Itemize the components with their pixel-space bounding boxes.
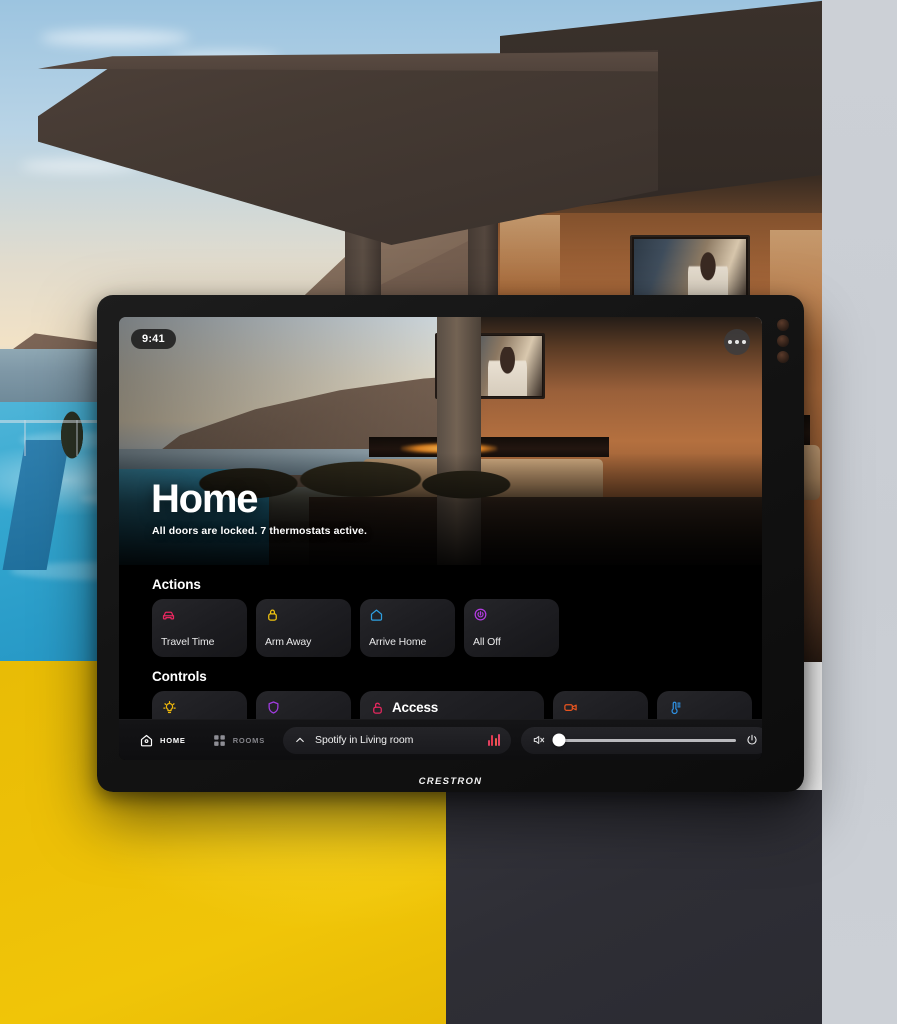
- lightbulb-icon: [163, 700, 176, 714]
- equalizer-icon: [487, 734, 501, 746]
- action-card-arm-away[interactable]: Arm Away: [256, 599, 351, 657]
- sensor-dot: [777, 351, 789, 363]
- access-header: Access: [370, 700, 534, 715]
- volume-control-pill[interactable]: [521, 726, 762, 754]
- volume-slider-handle[interactable]: [552, 733, 566, 747]
- lock-icon: [268, 609, 277, 621]
- tv-screen: [634, 239, 746, 303]
- background-panel-right: [822, 0, 897, 1024]
- eq-bar: [487, 740, 490, 746]
- volume-slider[interactable]: [552, 733, 737, 747]
- action-label: Travel Time: [161, 636, 215, 648]
- shield-icon: [268, 701, 279, 714]
- home-outline-icon: [140, 734, 153, 746]
- screenshot-stage: 9:41 Home All doors are locked. 7 thermo…: [0, 0, 897, 1024]
- panel-screen: 9:41 Home All doors are locked. 7 thermo…: [119, 317, 762, 760]
- chevron-up-icon[interactable]: [294, 734, 306, 746]
- action-card-arrive-home[interactable]: Arrive Home: [360, 599, 455, 657]
- nav-label-home: HOME: [160, 735, 186, 745]
- actions-row: Travel Time Arm Away Arrive Home All Off: [152, 599, 762, 657]
- eq-bar: [494, 738, 497, 746]
- power-circle-icon: [474, 608, 487, 621]
- page-title: Home: [151, 477, 259, 521]
- action-label: All Off: [473, 636, 501, 648]
- sensor-dot: [777, 319, 789, 331]
- thermostat-icon: [671, 701, 681, 715]
- more-options-button[interactable]: [724, 329, 750, 355]
- page-subtitle: All doors are locked. 7 thermostats acti…: [152, 525, 367, 537]
- tree: [54, 400, 90, 470]
- window-strip: [500, 215, 560, 295]
- hero-image: 9:41 Home All doors are locked. 7 thermo…: [119, 317, 762, 565]
- power-icon[interactable]: [745, 733, 759, 747]
- railing-post: [76, 420, 78, 456]
- action-label: Arm Away: [265, 636, 312, 648]
- access-title: Access: [392, 700, 439, 715]
- dot: [742, 340, 746, 344]
- media-now-playing-pill[interactable]: Spotify in Living room: [283, 726, 512, 754]
- section-title-controls: Controls: [152, 669, 207, 684]
- cloud: [40, 30, 190, 46]
- lock-open-icon: [373, 702, 382, 714]
- nav-item-home[interactable]: HOME: [131, 733, 194, 748]
- dot: [728, 340, 732, 344]
- sensor-dot: [777, 335, 789, 347]
- brand-logo: CRESTRON: [418, 776, 483, 786]
- grid-icon: [213, 734, 225, 746]
- status-time: 9:41: [131, 329, 176, 349]
- nav-item-rooms[interactable]: ROOMS: [204, 733, 273, 748]
- eq-bar: [491, 735, 494, 746]
- hero-tv-person: [487, 346, 528, 396]
- action-card-travel-time[interactable]: Travel Time: [152, 599, 247, 657]
- dot: [735, 340, 739, 344]
- media-title: Spotify in Living room: [315, 734, 414, 746]
- home-icon: [370, 609, 383, 621]
- eq-bar: [498, 734, 501, 746]
- railing-post: [24, 420, 26, 456]
- action-label: Arrive Home: [369, 636, 427, 648]
- bezel-sensor-cluster: [776, 319, 790, 363]
- crestron-touch-panel: 9:41 Home All doors are locked. 7 thermo…: [97, 295, 804, 792]
- camera-icon: [564, 704, 577, 711]
- section-title-actions: Actions: [152, 577, 201, 592]
- car-icon: [162, 611, 175, 620]
- speaker-muted-icon[interactable]: [532, 733, 546, 747]
- background-block-dark: [446, 790, 822, 1024]
- action-card-all-off[interactable]: All Off: [464, 599, 559, 657]
- nav-label-rooms: ROOMS: [232, 735, 266, 745]
- bottom-navigation-bar: HOME ROOMS Spotify in Living room: [119, 719, 762, 760]
